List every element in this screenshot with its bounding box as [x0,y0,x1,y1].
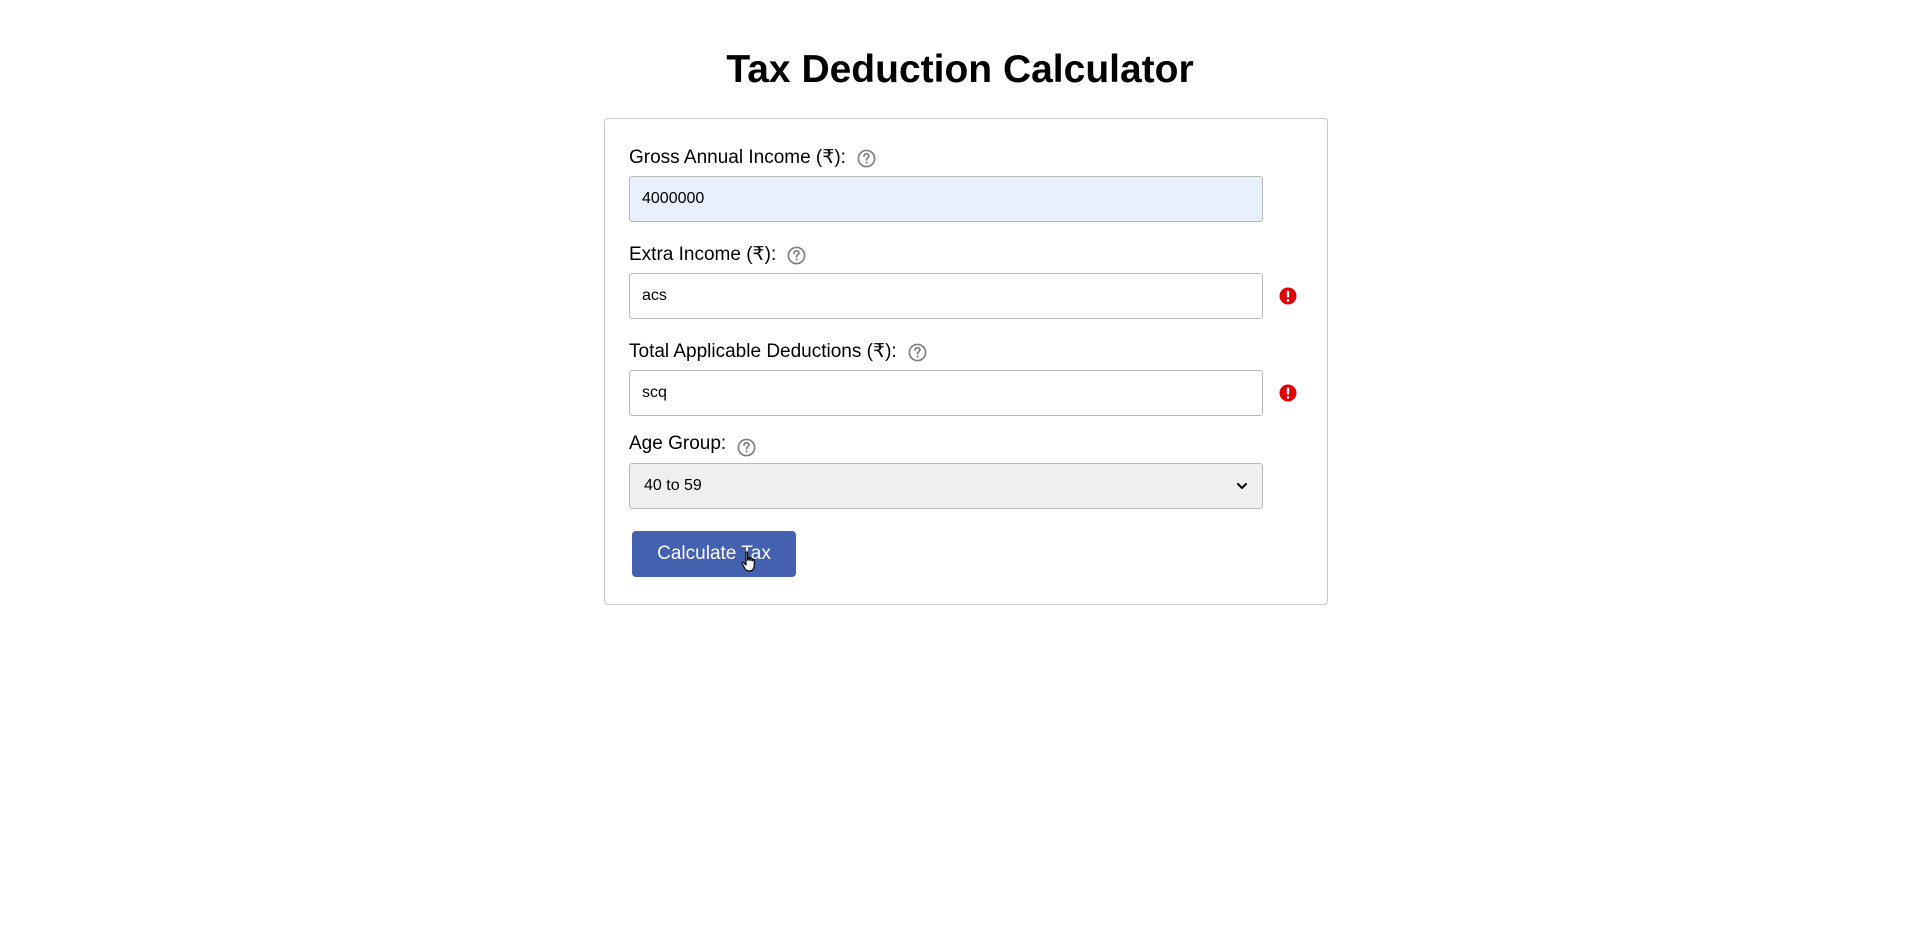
age-group-select[interactable]: 40 to 59 [629,463,1263,509]
extra-income-error-icon[interactable] [1279,287,1297,305]
age-group-help-icon[interactable] [737,438,756,457]
age-group-selected-value: 40 to 59 [644,477,702,494]
deductions-input[interactable] [629,370,1263,416]
extra-income-input[interactable] [629,273,1263,319]
calculate-tax-button[interactable]: Calculate Tax [632,531,796,577]
page: Tax Deduction Calculator Gross Annual In… [0,0,1920,935]
gross-income-label-row: Gross Annual Income (₹): [629,145,876,171]
gross-income-help-icon[interactable] [857,149,876,168]
extra-income-label: Extra Income (₹): [629,244,777,265]
chevron-down-icon [1236,480,1248,492]
deductions-label-row: Total Applicable Deductions (₹): [629,339,927,365]
extra-income-help-icon[interactable] [787,246,806,265]
deductions-error-icon[interactable] [1279,384,1297,402]
deductions-help-icon[interactable] [908,343,927,362]
page-title: Tax Deduction Calculator [726,48,1194,91]
gross-income-input[interactable] [629,176,1263,222]
gross-income-label: Gross Annual Income (₹): [629,147,846,168]
deductions-label: Total Applicable Deductions (₹): [629,341,897,362]
age-group-label: Age Group: [629,433,727,454]
extra-income-label-row: Extra Income (₹): [629,242,806,268]
calculator-form: Gross Annual Income (₹): Extra Income (₹… [604,118,1328,605]
age-group-label-row: Age Group: [629,431,756,457]
